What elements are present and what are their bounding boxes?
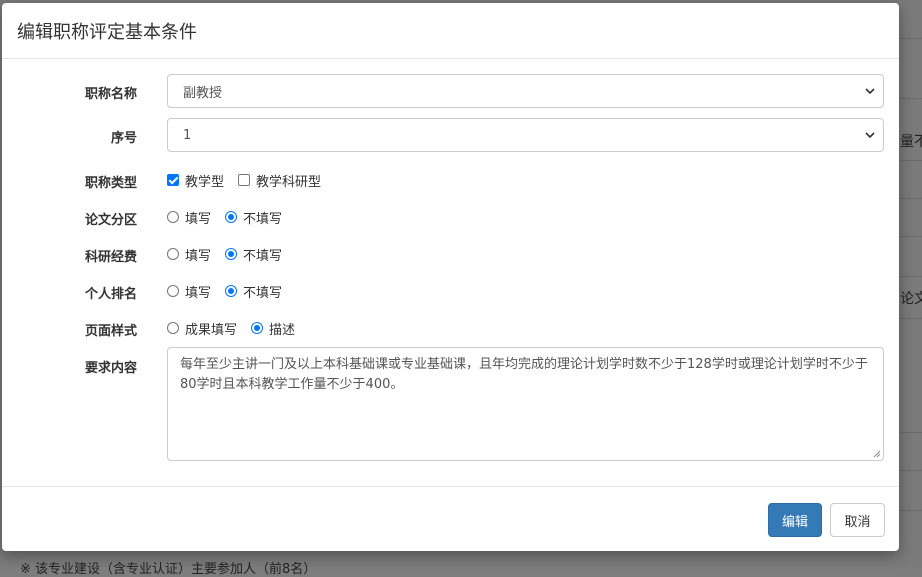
modal-body: 职称名称 副教授 序号 1 职称类型 教学型 教学科研型 论文分区 填写 不填写… [2,59,899,486]
title-type-label: 职称类型 [84,176,137,191]
modal-footer: 编辑 取消 [2,486,899,551]
personal-rank-nofill-radio[interactable] [225,285,238,297]
title-type-option-teaching-research[interactable]: 教学科研型 [238,171,321,190]
teaching-research-checkbox[interactable] [238,174,251,186]
option-label: 填写 [185,285,212,301]
paper-zone-option-nofill[interactable]: 不填写 [225,208,282,227]
option-label: 不填写 [243,248,283,264]
page-style-label: 页面样式 [84,324,137,339]
requirements-textarea[interactable]: 每年至少主讲一门及以上本科基础课或专业基础课，且年均完成的理论计划学时数不少于1… [167,347,884,461]
modal-title: 编辑职称评定基本条件 [17,21,197,43]
page-style-options: 成果填写 描述 [167,318,309,338]
page-style-result-radio[interactable] [167,322,179,334]
option-label: 教学型 [185,174,225,190]
bg-side-text: 论文 [900,291,922,307]
option-label: 填写 [185,211,212,227]
personal-rank-fill-radio[interactable] [167,285,179,297]
title-name-label: 职称名称 [84,87,137,102]
title-name-value: 副教授 [183,85,223,101]
option-label: 不填写 [243,285,283,301]
edit-button[interactable]: 编辑 [768,503,822,537]
option-label: 描述 [269,322,296,338]
title-type-options: 教学型 教学科研型 [167,170,335,190]
edit-title-criteria-modal: 编辑职称评定基本条件 职称名称 副教授 序号 1 职称类型 教学型 教学科研型 … [2,3,899,551]
order-value: 1 [183,127,192,143]
resize-handle-icon[interactable] [873,450,881,458]
personal-rank-option-fill[interactable]: 填写 [167,282,211,301]
order-select[interactable]: 1 [167,118,884,152]
chevron-down-icon [865,88,875,95]
order-label: 序号 [110,131,137,146]
option-label: 成果填写 [185,322,238,338]
option-label: 不填写 [243,211,283,227]
paper-zone-options: 填写 不填写 [167,207,296,227]
title-name-select[interactable]: 副教授 [167,74,884,108]
title-type-option-teaching[interactable]: 教学型 [167,171,224,190]
requirements-label: 要求内容 [84,361,137,376]
option-label: 教学科研型 [256,174,322,190]
research-funding-option-nofill[interactable]: 不填写 [225,245,282,264]
option-label: 填写 [185,248,212,264]
modal-header: 编辑职称评定基本条件 [2,3,899,59]
paper-zone-nofill-radio[interactable] [225,211,238,223]
requirements-text: 每年至少主讲一门及以上本科基础课或专业基础课，且年均完成的理论计划学时数不少于1… [180,357,868,392]
chevron-down-icon [865,132,875,139]
research-funding-options: 填写 不填写 [167,244,296,264]
teaching-checkbox[interactable] [167,174,179,186]
page-style-option-result[interactable]: 成果填写 [167,319,237,338]
personal-rank-label: 个人排名 [84,287,137,302]
research-funding-option-fill[interactable]: 填写 [167,245,211,264]
research-funding-label: 科研经费 [84,250,137,265]
page-style-option-describe[interactable]: 描述 [251,319,295,338]
personal-rank-option-nofill[interactable]: 不填写 [225,282,282,301]
personal-rank-options: 填写 不填写 [167,281,296,301]
paper-zone-option-fill[interactable]: 填写 [167,208,211,227]
research-funding-nofill-radio[interactable] [225,248,238,260]
page-style-describe-radio[interactable] [251,322,264,334]
cancel-button[interactable]: 取消 [830,503,885,537]
bg-bottom-text: ※ 该专业建设（含专业认证）主要参加人（前8名） [20,562,317,577]
paper-zone-fill-radio[interactable] [167,211,179,223]
bg-side-text: 量不 [900,134,922,150]
research-funding-fill-radio[interactable] [167,248,179,260]
paper-zone-label: 论文分区 [84,213,137,228]
